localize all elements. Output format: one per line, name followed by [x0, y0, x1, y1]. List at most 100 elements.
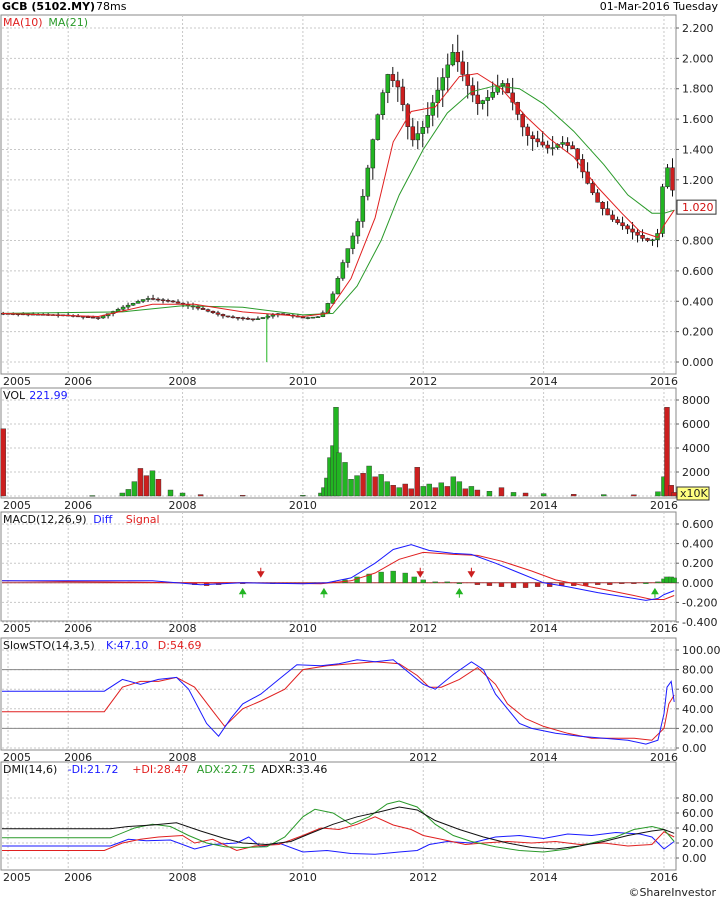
volume-bar	[125, 489, 132, 497]
x-tick-label: 2005	[3, 375, 31, 388]
x-tick-label: 2010	[289, 375, 317, 388]
candle-body	[235, 317, 241, 319]
volume-bar	[0, 428, 6, 497]
candle-body	[95, 317, 101, 319]
panel-macd: 0.600 0.400 0.200 0.000 -0.200 -0.400 2005 2006…	[0, 511, 717, 635]
y-tick-label: 2.000	[682, 52, 714, 65]
macd-hist-bar	[534, 582, 541, 587]
candle-body	[455, 52, 460, 63]
candle-body	[270, 314, 276, 317]
candle-body	[650, 239, 655, 242]
candle-body	[225, 315, 231, 318]
candle-body	[630, 228, 635, 233]
candle-body	[210, 310, 216, 314]
y-tick-label: 0.600	[682, 265, 714, 278]
volume-bar	[570, 494, 577, 497]
legend-label: SlowSTO(14,3,5)	[3, 639, 95, 652]
x-tick-label: 2010	[289, 499, 317, 512]
candle-body	[535, 138, 540, 143]
y-tick-label: 0.00	[682, 742, 707, 755]
macd-hist-bar	[619, 582, 625, 584]
candle-body	[380, 92, 386, 115]
volume-bar	[456, 481, 463, 497]
volume-bar	[240, 495, 246, 497]
candle-body	[120, 306, 126, 310]
candle-body	[250, 318, 256, 321]
legend-label: VOL	[3, 389, 26, 402]
legend-label: +DI:28.47	[132, 763, 188, 776]
volume-bar	[414, 467, 420, 497]
candle-body	[85, 316, 91, 318]
y-tick-label: 4000	[682, 442, 710, 455]
volume-bar	[360, 473, 366, 497]
candle-body	[480, 100, 485, 104]
candle-body	[620, 222, 625, 227]
candle-body	[540, 141, 545, 146]
volume-bar	[522, 492, 529, 497]
y-tick-label: 1.800	[682, 83, 714, 96]
candle-body	[175, 301, 181, 304]
volume-bar	[89, 495, 95, 497]
volume-bar	[300, 495, 306, 497]
candle-body	[560, 142, 565, 145]
volume-bar	[631, 494, 637, 497]
candle-body	[450, 52, 455, 66]
volume-bar	[155, 479, 162, 497]
volume-bar	[402, 483, 408, 497]
macd-hist-bar	[411, 576, 417, 583]
y-tick-label: 6000	[682, 418, 710, 431]
legend-label: Diff	[93, 513, 113, 526]
candle-body	[125, 304, 131, 308]
y-tick-label: 1.600	[682, 113, 714, 126]
candle-body	[520, 114, 525, 128]
candle-body	[155, 298, 161, 301]
volume-bar	[396, 487, 402, 497]
y-tick-label: 0.400	[682, 295, 714, 308]
x-tick-label: 2016	[650, 499, 678, 512]
y-tick-label: 20.00	[682, 722, 714, 735]
candle-body	[330, 293, 336, 304]
candle-body	[140, 299, 146, 302]
volume-bar	[372, 476, 378, 497]
volume-bar	[498, 487, 505, 497]
x-tick-label: 2005	[3, 871, 31, 884]
x-tick-label: 2006	[64, 375, 92, 388]
candle-body	[410, 126, 416, 141]
volume-bar	[468, 486, 475, 497]
volume-bar	[671, 492, 677, 497]
candle-body	[370, 139, 376, 169]
macd-hist-bar	[432, 581, 438, 583]
macd-hist-bar	[390, 570, 396, 583]
candle-body	[475, 94, 480, 104]
candle-body	[425, 115, 431, 128]
candle-body	[605, 208, 610, 216]
candle-body	[115, 308, 121, 312]
legend-label: ADX:22.75	[197, 763, 256, 776]
macd-hist-bar	[595, 582, 601, 585]
y-tick-label: 40.00	[682, 822, 714, 835]
candle-body	[570, 145, 575, 150]
y-tick-label: 80.00	[682, 664, 714, 677]
y-tick-label: 60.00	[682, 807, 714, 820]
volume-bar	[426, 483, 432, 497]
x-tick-label: 2014	[530, 499, 558, 512]
volume-bar	[664, 407, 670, 497]
macd-hist-bar	[510, 582, 517, 588]
volume-bar	[131, 481, 138, 497]
candle-body	[90, 316, 96, 319]
y-tick-label: 2.200	[682, 22, 714, 35]
y-tick-label: 0.200	[682, 326, 714, 339]
volume-bar	[179, 492, 186, 497]
panel-frame	[0, 637, 677, 751]
volume-bar	[655, 491, 661, 497]
macd-hist-bar	[420, 579, 426, 583]
panel-price: 2.2002.0001.8001.6001.4001.2001.0000.800…	[0, 14, 717, 388]
candle-body	[635, 231, 640, 236]
x-tick-label: 2012	[409, 499, 437, 512]
panel-volume: 8000600040002000020052006200820102012201…	[0, 387, 710, 512]
candle-body	[670, 167, 675, 191]
candle-body	[335, 278, 341, 295]
candle-body	[170, 300, 176, 303]
x-tick-label: 2008	[169, 871, 197, 884]
legend-label: ADXR:33.46	[261, 763, 327, 776]
